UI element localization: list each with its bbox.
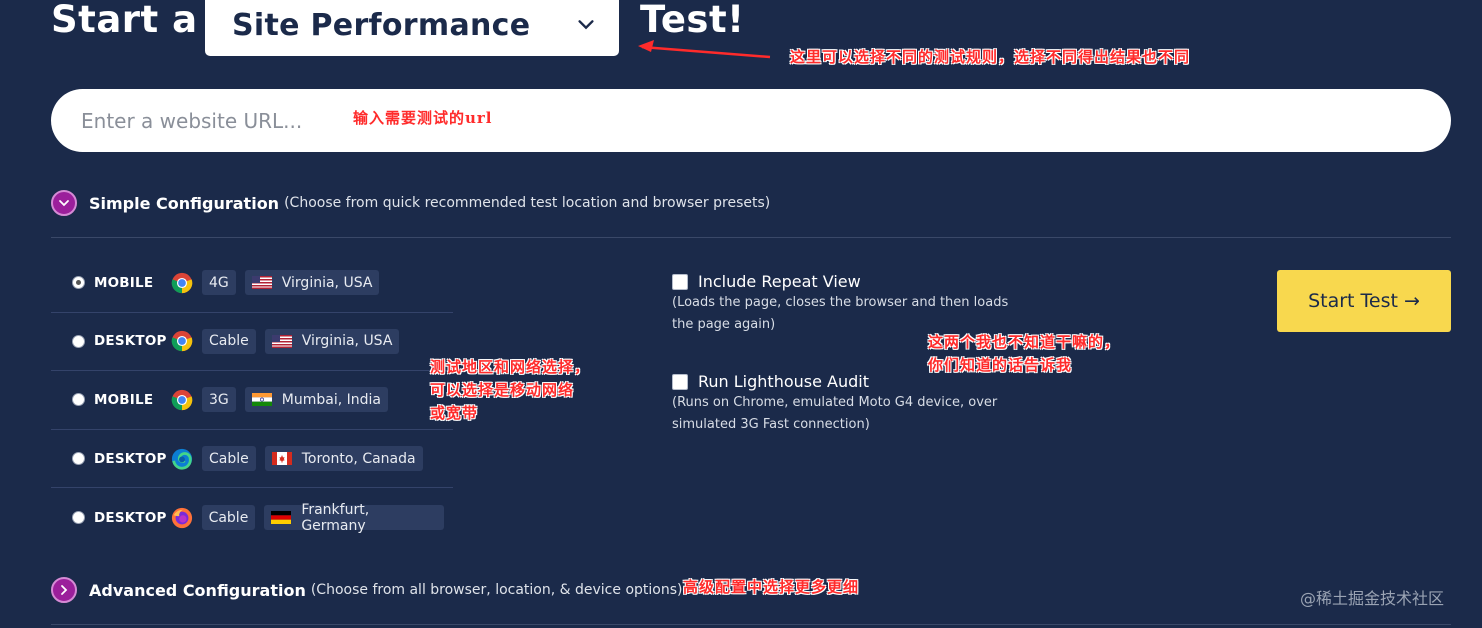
preset-location: Frankfurt, Germany — [301, 501, 370, 534]
advanced-config-title: Advanced Configuration — [89, 580, 306, 600]
advanced-config-header[interactable]: Advanced Configuration (Choose from all … — [51, 577, 682, 603]
simple-config-toggle[interactable] — [51, 190, 77, 216]
annotation-line: 这两个我也不知道干嘛的， — [928, 333, 1121, 351]
chrome-icon — [171, 272, 193, 293]
watermark: @稀土掘金技术社区 — [1300, 589, 1445, 608]
repeat-view-checkbox[interactable] — [672, 273, 688, 290]
divider — [51, 237, 1451, 238]
lighthouse-checkbox[interactable] — [672, 373, 688, 390]
webpagetest-home: Start a Site Performance Test! Simple Co… — [0, 0, 1482, 628]
annotation-presets: 测试地区和网络选择， 可以选择是移动网络 或宽带 — [430, 356, 590, 425]
preset-radio[interactable] — [72, 334, 85, 348]
divider — [51, 624, 1451, 625]
us-flag-icon — [251, 276, 272, 290]
chrome-icon — [171, 331, 193, 352]
chevron-down-icon — [578, 20, 594, 30]
preset-row[interactable]: MOBILE 4G Virginia, USA — [51, 254, 453, 313]
test-type-select[interactable]: Site Performance — [205, 0, 619, 56]
preset-location-chip: Toronto, Canada — [264, 446, 423, 472]
repeat-view-label[interactable]: Include Repeat View — [698, 272, 861, 291]
preset-row[interactable]: DESKTOP Cable Frankfurt, Germany — [51, 488, 453, 547]
annotation-options: 这两个我也不知道干嘛的， 你们知道的话告诉我 — [928, 331, 1120, 377]
annotation-arrow-icon — [638, 40, 771, 59]
preset-location-chip: Virginia, USA — [244, 270, 380, 296]
us-flag-icon — [271, 334, 292, 348]
edge-icon — [171, 448, 193, 470]
preset-row[interactable]: DESKTOP Cable Toronto, Canada — [51, 430, 453, 489]
annotation-line: 你们知道的话告诉我 — [928, 356, 1073, 374]
preset-radio[interactable] — [72, 511, 85, 525]
start-test-button[interactable]: Start Test → — [1277, 270, 1451, 332]
preset-location: Mumbai, India — [281, 391, 381, 408]
firefox-icon — [171, 507, 192, 528]
india-flag-icon — [251, 393, 272, 407]
annotation-line: 可以选择是移动网络 — [430, 381, 575, 399]
preset-device: DESKTOP — [94, 333, 167, 350]
preset-device: DESKTOP — [94, 509, 167, 526]
preset-radio[interactable] — [72, 393, 85, 407]
preset-location: Toronto, Canada — [301, 450, 416, 467]
annotation-line: 或宽带 — [430, 404, 479, 422]
chevron-down-icon — [59, 200, 69, 207]
preset-connection: Cable — [201, 505, 256, 531]
simple-config-header[interactable]: Simple Configuration (Choose from quick … — [51, 190, 770, 216]
preset-row[interactable]: MOBILE 3G Mumbai, India — [51, 371, 453, 430]
annotation-advanced: 高级配置中选择更多更细 — [683, 578, 860, 596]
preset-location: Virginia, USA — [281, 274, 373, 291]
advanced-config-subtitle: (Choose from all browser, location, & de… — [310, 582, 683, 598]
url-input[interactable] — [51, 89, 1451, 152]
preset-connection: 4G — [202, 270, 236, 296]
chrome-icon — [171, 389, 193, 411]
lighthouse-label[interactable]: Run Lighthouse Audit — [698, 372, 869, 391]
test-type-value: Site Performance — [232, 7, 531, 43]
preset-location-chip: Virginia, USA — [264, 328, 400, 354]
preset-location-chip: Frankfurt, Germany — [264, 502, 444, 534]
germany-flag-icon — [271, 511, 292, 525]
simple-config-subtitle: (Choose from quick recommended test loca… — [284, 195, 771, 211]
repeat-view-option: Include Repeat View (Loads the page, clo… — [672, 272, 1032, 336]
canada-flag-icon — [271, 452, 292, 466]
annotation-line: 测试地区和网络选择， — [430, 358, 591, 376]
preset-row[interactable]: DESKTOP Cable Virginia, USA — [51, 313, 453, 372]
preset-device: MOBILE — [94, 274, 154, 291]
preset-device: DESKTOP — [94, 450, 167, 467]
simple-config-title: Simple Configuration — [89, 193, 280, 213]
chevron-right-icon — [61, 585, 68, 595]
heading-prefix: Start a — [51, 0, 198, 41]
lighthouse-description: (Runs on Chrome, emulated Moto G4 device… — [672, 395, 998, 432]
lighthouse-option: Run Lighthouse Audit (Runs on Chrome, em… — [672, 372, 1032, 436]
preset-location-chip: Mumbai, India — [244, 387, 388, 413]
preset-connection: Cable — [202, 446, 256, 472]
preset-list: MOBILE 4G Virginia, USA DESKTOP Cable Vi… — [51, 254, 453, 547]
preset-location: Virginia, USA — [301, 333, 393, 350]
annotation-url: 输入需要测试的url — [353, 109, 493, 127]
preset-device: MOBILE — [94, 391, 154, 408]
preset-radio[interactable] — [72, 276, 85, 290]
repeat-view-description: (Loads the page, closes the browser and … — [672, 295, 1009, 332]
preset-radio[interactable] — [72, 452, 85, 466]
preset-connection: Cable — [202, 328, 256, 354]
advanced-config-toggle[interactable] — [51, 577, 77, 603]
preset-connection: 3G — [202, 387, 236, 413]
annotation-select: 这里可以选择不同的测试规则，选择不同得出结果也不同 — [790, 48, 1191, 66]
